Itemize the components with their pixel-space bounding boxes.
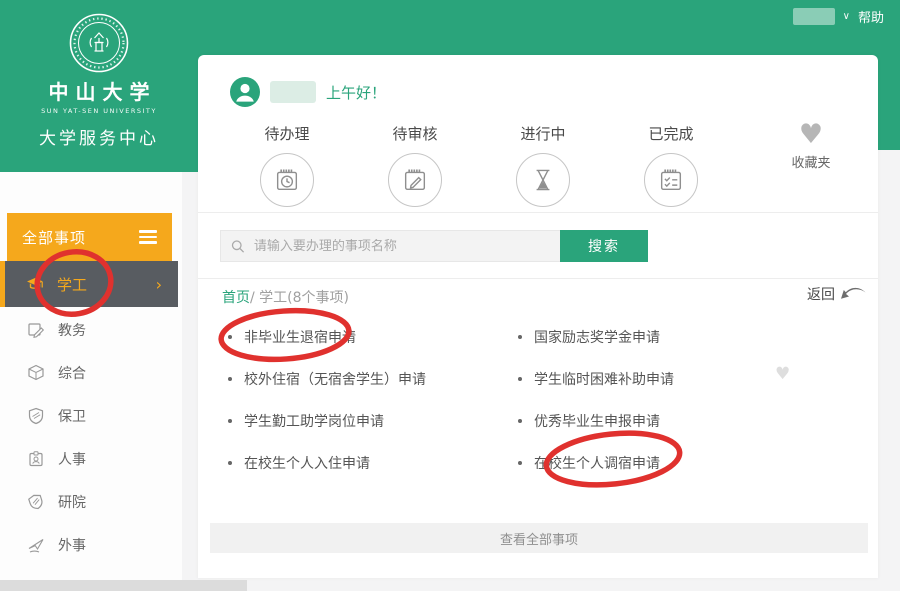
main-panel: 上午好！ 待办理 待审核 进行中	[198, 55, 878, 578]
favorites-button[interactable]: ♥ 收藏夹	[783, 121, 839, 171]
greeting-text: 上午好！	[326, 82, 386, 103]
tile-pending[interactable]: 待办理	[237, 123, 337, 207]
back-label: 返回	[807, 284, 835, 304]
tile-label: 待办理	[237, 123, 337, 144]
sidebar-item-baowei[interactable]: 保卫	[0, 394, 178, 437]
id-card-icon	[27, 450, 45, 468]
university-name-cn: 中山大学	[0, 76, 198, 105]
sidebar-item-waishi[interactable]: 外事	[0, 523, 178, 566]
hourglass-icon	[529, 166, 557, 194]
all-items-button[interactable]: 全部事项	[7, 213, 172, 261]
service-label: 在校生个人调宿申请	[534, 453, 660, 473]
sidebar-item-xuegong[interactable]: 学工 ›	[0, 261, 178, 307]
favorite-heart-icon[interactable]: ♥	[775, 364, 790, 384]
chevron-down-icon[interactable]: ∨	[843, 11, 850, 22]
search-icon	[231, 239, 245, 254]
sidebar: 全部事项 学工 › 教务 综合	[0, 172, 182, 580]
bullet-icon	[518, 419, 522, 423]
notepad-pencil-icon	[401, 166, 429, 194]
breadcrumb: 首页/ 学工(8个事项)	[222, 287, 349, 307]
sidebar-nav-list: 教务 综合 保卫 人事	[0, 308, 178, 566]
tile-completed[interactable]: 已完成	[621, 123, 721, 207]
portal-name: 大学服务中心	[0, 124, 198, 149]
service-label: 学生勤工助学岗位申请	[244, 411, 384, 431]
sidebar-item-jiaowu[interactable]: 教务	[0, 308, 178, 351]
sidebar-item-label: 综合	[58, 363, 86, 383]
plane-icon	[27, 536, 45, 554]
service-item[interactable]: 学生勤工助学岗位申请	[228, 411, 518, 431]
service-label: 在校生个人入住申请	[244, 453, 370, 473]
sidebar-item-label: 保卫	[58, 406, 86, 426]
search-button[interactable]: 搜索	[560, 230, 648, 262]
topbar-right: ∨ 帮助	[793, 7, 884, 26]
tile-label: 已完成	[621, 123, 721, 144]
help-link[interactable]: 帮助	[858, 7, 884, 26]
service-item[interactable]: 校外住宿（无宿舍学生）申请	[228, 369, 518, 389]
chevron-right-icon: ›	[156, 275, 162, 294]
brand-panel: 中山大学 SUN YAT-SEN UNIVERSITY 大学服务中心	[0, 0, 198, 172]
sidebar-item-label: 外事	[58, 535, 86, 555]
all-items-label: 全部事项	[22, 227, 86, 248]
search-bar: 搜索	[220, 230, 648, 262]
sidebar-item-label: 研院	[58, 492, 86, 512]
favorites-label: 收藏夹	[783, 152, 839, 171]
service-label: 非毕业生退宿申请	[244, 327, 356, 347]
curved-arrow-left-icon	[840, 286, 866, 303]
sidebar-item-yanyuan[interactable]: 研院	[0, 480, 178, 523]
breadcrumb-home-link[interactable]: 首页	[222, 290, 250, 306]
bullet-icon	[518, 461, 522, 465]
cube-icon	[27, 364, 45, 382]
service-item[interactable]: 在校生个人调宿申请	[518, 453, 808, 473]
service-label: 学生临时困难补助申请	[534, 369, 674, 389]
calendar-clock-icon	[273, 166, 301, 194]
bullet-icon	[228, 461, 232, 465]
sidebar-item-label: 教务	[58, 320, 86, 340]
section-divider	[198, 278, 878, 279]
sidebar-item-label: 人事	[58, 449, 86, 469]
masked-username[interactable]	[793, 8, 835, 25]
service-item[interactable]: 国家励志奖学金申请	[518, 327, 808, 347]
service-item[interactable]: 在校生个人入住申请	[228, 453, 518, 473]
breadcrumb-separator: /	[250, 290, 259, 306]
search-input[interactable]	[254, 239, 550, 254]
user-avatar-icon	[230, 77, 260, 107]
graduation-cap-icon	[25, 275, 45, 293]
sidebar-item-label: 学工	[57, 274, 87, 295]
search-field-wrap	[220, 230, 560, 262]
service-item[interactable]: 优秀毕业生申报申请	[518, 411, 808, 431]
university-name-en: SUN YAT-SEN UNIVERSITY	[0, 107, 198, 115]
bullet-icon	[228, 419, 232, 423]
sidebar-item-zonghe[interactable]: 综合	[0, 351, 178, 394]
service-label: 国家励志奖学金申请	[534, 327, 660, 347]
service-label: 校外住宿（无宿舍学生）申请	[244, 369, 426, 389]
breadcrumb-current: 学工(8个事项)	[259, 290, 349, 306]
section-divider	[198, 212, 878, 213]
tile-review[interactable]: 待审核	[365, 123, 465, 207]
greeting-row: 上午好！	[230, 77, 386, 107]
tile-label: 待审核	[365, 123, 465, 144]
masked-display-name	[270, 81, 316, 103]
tile-label: 进行中	[493, 123, 593, 144]
shield-icon	[27, 407, 45, 425]
checklist-icon	[657, 166, 685, 194]
hamburger-icon	[139, 230, 157, 244]
services-grid: 非毕业生退宿申请 国家励志奖学金申请 校外住宿（无宿舍学生）申请 学生临时困难补…	[228, 316, 808, 484]
service-item[interactable]: 学生临时困难补助申请	[518, 369, 808, 389]
horizontal-scrollbar[interactable]	[0, 580, 247, 591]
back-button[interactable]: 返回	[807, 284, 866, 304]
view-all-button[interactable]: 查看全部事项	[210, 523, 868, 553]
service-label: 优秀毕业生申报申请	[534, 411, 660, 431]
tile-in-progress[interactable]: 进行中	[493, 123, 593, 207]
bullet-icon	[518, 377, 522, 381]
bullet-icon	[228, 377, 232, 381]
bullet-icon	[518, 335, 522, 339]
sidebar-item-renshi[interactable]: 人事	[0, 437, 178, 480]
service-item[interactable]: 非毕业生退宿申请	[228, 327, 518, 347]
bullet-icon	[228, 335, 232, 339]
badge-icon	[27, 493, 45, 511]
book-edit-icon	[27, 321, 45, 339]
heart-icon: ♥	[783, 121, 839, 149]
sysu-seal-icon	[68, 12, 130, 74]
